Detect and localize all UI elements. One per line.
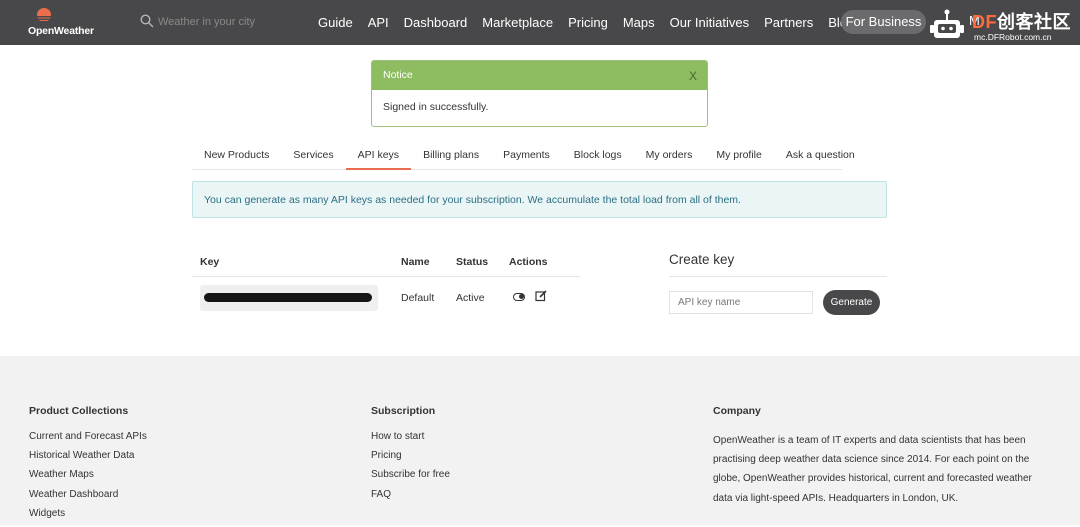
footer-column-title: Subscription bbox=[371, 405, 436, 417]
tab-my-orders[interactable]: My orders bbox=[634, 142, 705, 170]
footer-column-title: Product Collections bbox=[29, 405, 129, 417]
watermark-title: DF创客社区 bbox=[972, 12, 1071, 32]
footer-link-faq[interactable]: FAQ bbox=[371, 489, 450, 508]
column-header-key: Key bbox=[200, 256, 220, 268]
nav-link-maps[interactable]: Maps bbox=[623, 15, 655, 30]
search-icon[interactable] bbox=[140, 14, 154, 28]
footer-company-description: OpenWeather is a team of IT experts and … bbox=[713, 435, 1032, 504]
nav-link-api[interactable]: API bbox=[368, 15, 389, 30]
footer: Product Collections Current and Forecast… bbox=[0, 356, 1080, 525]
edit-icon[interactable] bbox=[535, 290, 547, 302]
dfrobot-watermark: M DF创客社区 mc.DFRobot.com.cn bbox=[928, 4, 1080, 44]
close-icon[interactable]: X bbox=[689, 69, 697, 83]
nav-links: Guide API Dashboard Marketplace Pricing … bbox=[318, 0, 869, 45]
top-navbar: OpenWeather Guide API Dashboard Marketpl… bbox=[0, 0, 1080, 45]
footer-link-pricing[interactable]: Pricing bbox=[371, 450, 450, 469]
api-key-name: Default bbox=[401, 292, 435, 304]
footer-link-weather-maps[interactable]: Weather Maps bbox=[29, 469, 147, 488]
footer-link-weather-dashboard[interactable]: Weather Dashboard bbox=[29, 489, 147, 508]
nav-link-guide[interactable]: Guide bbox=[318, 15, 353, 30]
tab-ask-question[interactable]: Ask a question bbox=[774, 142, 867, 170]
nav-link-partners[interactable]: Partners bbox=[764, 15, 813, 30]
tab-billing-plans[interactable]: Billing plans bbox=[411, 142, 491, 170]
openweather-logo[interactable]: OpenWeather bbox=[28, 7, 98, 39]
toggle-icon[interactable] bbox=[513, 293, 525, 301]
nav-link-dashboard[interactable]: Dashboard bbox=[404, 15, 468, 30]
robot-icon bbox=[930, 9, 964, 38]
watermark-url: mc.DFRobot.com.cn bbox=[974, 32, 1052, 42]
footer-link-widgets[interactable]: Widgets bbox=[29, 508, 147, 527]
api-key-value-redacted[interactable] bbox=[200, 285, 378, 311]
api-key-status: Active bbox=[456, 292, 485, 304]
footer-column-title: Company bbox=[713, 405, 761, 417]
logo-text: OpenWeather bbox=[28, 25, 94, 37]
footer-link-subscribe[interactable]: Subscribe for free bbox=[371, 469, 450, 488]
notice-title: Notice bbox=[383, 69, 413, 81]
api-key-name-input[interactable] bbox=[669, 291, 813, 314]
nav-link-marketplace[interactable]: Marketplace bbox=[482, 15, 553, 30]
for-business-button[interactable]: For Business bbox=[841, 10, 926, 34]
tab-services[interactable]: Services bbox=[281, 142, 345, 170]
footer-link-current-forecast[interactable]: Current and Forecast APIs bbox=[29, 431, 147, 450]
notice-header: Notice X bbox=[372, 61, 707, 90]
nav-link-initiatives[interactable]: Our Initiatives bbox=[670, 15, 749, 30]
tab-my-profile[interactable]: My profile bbox=[704, 142, 774, 170]
generate-button[interactable]: Generate bbox=[823, 290, 880, 315]
column-header-actions: Actions bbox=[509, 256, 548, 268]
footer-company: Company OpenWeather is a team of IT expe… bbox=[713, 405, 1043, 508]
column-header-name: Name bbox=[401, 256, 430, 268]
tab-api-keys[interactable]: API keys bbox=[345, 142, 412, 170]
nav-link-pricing[interactable]: Pricing bbox=[568, 15, 608, 30]
tab-new-products[interactable]: New Products bbox=[192, 142, 281, 170]
tab-block-logs[interactable]: Block logs bbox=[562, 142, 634, 170]
account-tabs: New Products Services API keys Billing p… bbox=[192, 142, 855, 170]
footer-subscription: Subscription How to start Pricing Subscr… bbox=[371, 405, 450, 508]
notice-message: Signed in successfully. bbox=[383, 101, 489, 113]
table-header-divider bbox=[192, 276, 580, 277]
column-header-status: Status bbox=[456, 256, 489, 268]
tab-payments[interactable]: Payments bbox=[491, 142, 562, 170]
footer-link-how-to-start[interactable]: How to start bbox=[371, 431, 450, 450]
redaction-bar bbox=[204, 293, 372, 302]
footer-link-historical[interactable]: Historical Weather Data bbox=[29, 450, 147, 469]
footer-product-collections: Product Collections Current and Forecast… bbox=[29, 405, 147, 527]
notice-alert: Notice X Signed in successfully. bbox=[371, 60, 708, 127]
search-input[interactable] bbox=[158, 12, 268, 32]
logo-sun-icon bbox=[35, 8, 53, 21]
info-banner: You can generate as many API keys as nee… bbox=[192, 181, 887, 218]
create-key-title: Create key bbox=[669, 252, 735, 267]
search-box bbox=[140, 12, 270, 32]
create-key-divider bbox=[669, 276, 887, 277]
